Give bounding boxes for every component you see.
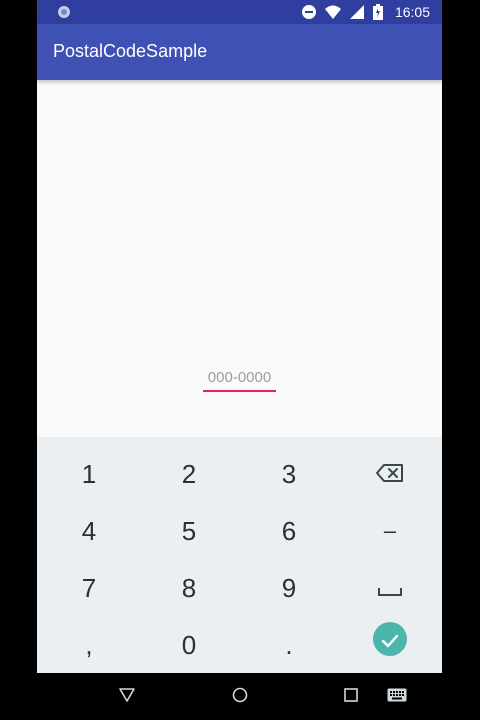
key-3[interactable]: 3	[249, 448, 329, 500]
key-label: 8	[181, 573, 197, 603]
key-label: 3	[281, 459, 297, 489]
signal-icon	[349, 4, 365, 20]
main-content	[37, 80, 442, 437]
dash-key[interactable]: –	[350, 505, 430, 557]
back-button[interactable]	[116, 686, 138, 708]
key-1[interactable]: 1	[49, 448, 129, 500]
key-label: ,	[85, 630, 93, 660]
numeric-keyboard: 1 2 3 4 5 6 – 7 8 9 , 0 .	[37, 437, 442, 673]
space-key[interactable]	[350, 562, 430, 614]
key-6[interactable]: 6	[249, 505, 329, 557]
key-5[interactable]: 5	[149, 505, 229, 557]
key-label: 6	[281, 516, 297, 546]
keyboard-switch-button[interactable]	[385, 686, 409, 708]
sync-icon	[57, 5, 71, 19]
recents-icon	[344, 687, 358, 707]
done-key[interactable]	[350, 613, 430, 665]
keyboard-icon	[387, 688, 407, 707]
backspace-icon	[376, 459, 404, 490]
key-0[interactable]: 0	[149, 619, 229, 671]
key-label: 9	[281, 573, 297, 603]
key-label: .	[285, 630, 293, 660]
home-icon	[232, 687, 248, 708]
do-not-disturb-icon	[301, 4, 317, 20]
period-key[interactable]: .	[249, 619, 329, 671]
navigation-bar	[37, 673, 442, 720]
space-icon	[378, 573, 402, 604]
key-label: 2	[181, 459, 197, 489]
comma-key[interactable]: ,	[49, 619, 129, 671]
back-icon	[119, 687, 135, 707]
key-4[interactable]: 4	[49, 505, 129, 557]
status-icons: 16:05	[301, 0, 430, 24]
key-label: 7	[81, 573, 97, 603]
done-button	[373, 622, 407, 656]
key-8[interactable]: 8	[149, 562, 229, 614]
battery-icon	[372, 4, 383, 20]
key-label: –	[383, 518, 397, 543]
app-bar: PostalCodeSample	[37, 24, 442, 80]
backspace-key[interactable]	[350, 448, 430, 500]
wifi-icon	[324, 4, 341, 20]
key-7[interactable]: 7	[49, 562, 129, 614]
device-screen: 16:05 PostalCodeSample 1 2 3 4 5 6 – 7	[37, 0, 442, 720]
status-bar: 16:05	[37, 0, 442, 24]
key-label: 5	[181, 516, 197, 546]
home-button[interactable]	[229, 686, 251, 708]
key-label: 0	[181, 630, 197, 660]
key-label: 4	[81, 516, 97, 546]
key-9[interactable]: 9	[249, 562, 329, 614]
app-title: PostalCodeSample	[53, 41, 208, 61]
status-time: 16:05	[394, 4, 430, 20]
key-label: 1	[81, 459, 97, 489]
key-2[interactable]: 2	[149, 448, 229, 500]
check-icon	[381, 624, 399, 655]
postal-code-input[interactable]	[203, 364, 276, 392]
recents-button[interactable]	[340, 686, 362, 708]
